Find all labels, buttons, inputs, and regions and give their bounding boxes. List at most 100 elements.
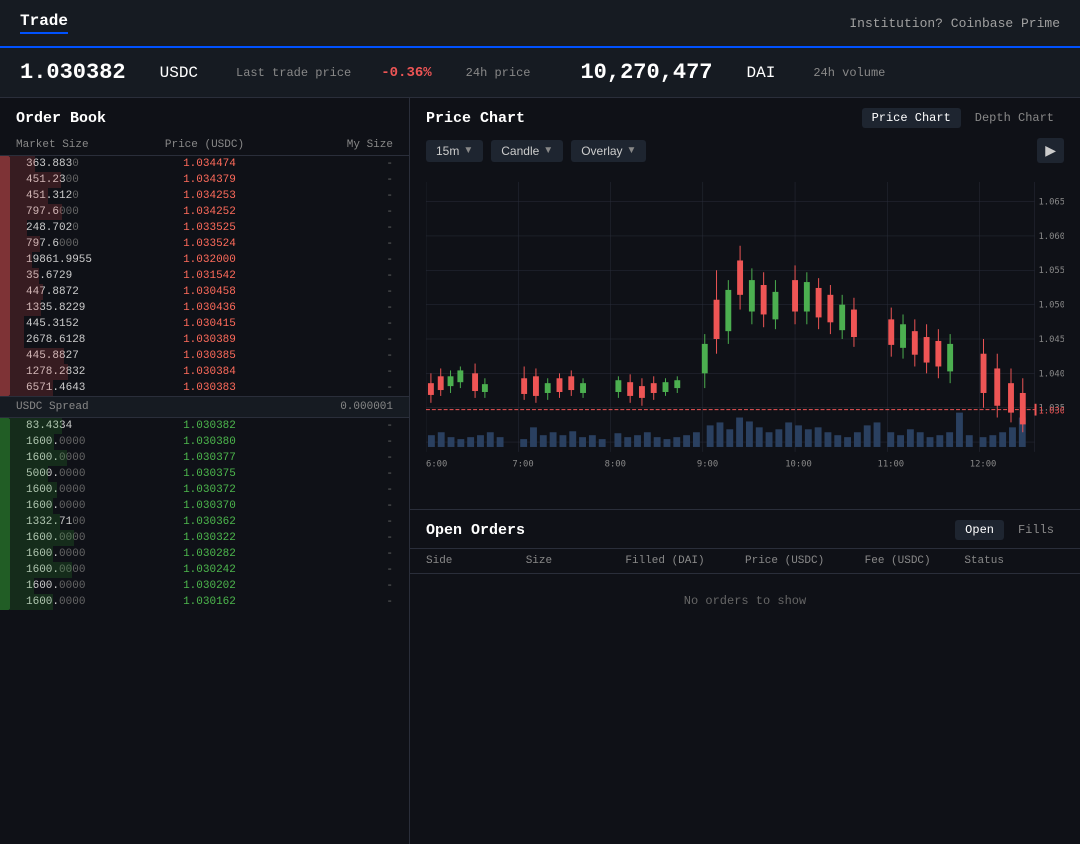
svg-text:1.045: 1.045 <box>1038 335 1064 345</box>
sell-price: 1.034379 <box>148 174 270 186</box>
buy-mysize: - <box>271 452 393 464</box>
chart-tabs: Price Chart Depth Chart <box>862 108 1064 128</box>
buy-order-row: 1332.7100 1.030362 - <box>10 514 409 530</box>
sell-mysize: - <box>271 174 393 186</box>
overlay-selector[interactable]: Overlay ▼ <box>571 140 646 162</box>
chart-area: Price Chart Price Chart Depth Chart 15m … <box>410 98 1080 510</box>
sell-order-row: 447.8872 1.030458 - <box>10 284 409 300</box>
buy-order-row: 1600.0000 1.030370 - <box>10 498 409 514</box>
sell-mysize: - <box>271 382 393 394</box>
volume-currency: DAI <box>747 64 776 82</box>
svg-text:11:00: 11:00 <box>878 460 905 470</box>
trade-tab[interactable]: Trade <box>20 12 68 34</box>
sell-mysize: - <box>271 222 393 234</box>
tab-price-chart[interactable]: Price Chart <box>862 108 961 128</box>
svg-text:7:00: 7:00 <box>512 460 533 470</box>
institution-link[interactable]: Institution? Coinbase Prime <box>849 16 1060 31</box>
buy-price: 1.030322 <box>148 532 270 544</box>
sell-order-row: 1335.8229 1.030436 - <box>10 300 409 316</box>
buy-mysize: - <box>271 548 393 560</box>
sell-price: 1.030384 <box>148 366 270 378</box>
sell-mysize: - <box>271 302 393 314</box>
ob-header: Market Size Price (USDC) My Size <box>0 135 409 156</box>
price-currency: USDC <box>160 64 198 82</box>
candle-value: Candle <box>501 144 539 158</box>
sell-size: 445.3152 <box>26 318 148 330</box>
sell-order-row: 1278.2832 1.030384 - <box>10 364 409 380</box>
sell-size: 447.8872 <box>26 286 148 298</box>
svg-text:6:00: 6:00 <box>426 460 447 470</box>
col-price: Price (USDC) <box>745 555 865 567</box>
buy-order-row: 1600.0000 1.030377 - <box>10 450 409 466</box>
ob-col-price: Price (USDC) <box>142 139 268 151</box>
sell-orders-list: 363.8830 1.034474 - 451.2300 1.034379 - … <box>10 156 409 396</box>
sell-price: 1.032000 <box>148 254 270 266</box>
buy-price: 1.030377 <box>148 452 270 464</box>
sell-price: 1.030383 <box>148 382 270 394</box>
buy-order-row: 1600.0000 1.030162 - <box>10 594 409 610</box>
sell-order-row: 363.8830 1.034474 - <box>10 156 409 172</box>
buy-mysize: - <box>271 596 393 608</box>
buy-order-row: 1600.0000 1.030322 - <box>10 530 409 546</box>
oo-empty-message: No orders to show <box>410 574 1080 628</box>
sell-size: 1335.8229 <box>26 302 148 314</box>
svg-text:1.050: 1.050 <box>1038 301 1064 311</box>
buy-order-row: 1600.0000 1.030380 - <box>10 434 409 450</box>
last-trade-label: Last trade price <box>236 66 351 80</box>
sell-mysize: - <box>271 334 393 346</box>
buy-price: 1.030375 <box>148 468 270 480</box>
timeframe-arrow: ▼ <box>463 145 473 156</box>
col-side: Side <box>426 555 526 567</box>
col-status: Status <box>964 555 1064 567</box>
sell-price: 1.034252 <box>148 206 270 218</box>
price-change: -0.36% <box>381 65 431 81</box>
buy-price: 1.030370 <box>148 500 270 512</box>
sell-mysize: - <box>271 190 393 202</box>
chart-canvas: .grid-line { stroke: #2a2e3a; stroke-wid… <box>426 169 1064 509</box>
buy-mysize: - <box>271 484 393 496</box>
tab-open[interactable]: Open <box>955 520 1004 540</box>
buy-orders-list: 83.4334 1.030382 - 1600.0000 1.030380 - … <box>10 418 409 610</box>
timeframe-value: 15m <box>436 144 459 158</box>
buy-mysize: - <box>271 516 393 528</box>
sell-price: 1.030389 <box>148 334 270 346</box>
sell-price: 1.031542 <box>148 270 270 282</box>
buy-price: 1.030372 <box>148 484 270 496</box>
svg-text:1.055: 1.055 <box>1038 266 1064 276</box>
buy-mysize: - <box>271 420 393 432</box>
buy-order-row: 1600.0000 1.030202 - <box>10 578 409 594</box>
sell-mysize: - <box>271 286 393 298</box>
sell-mysize: - <box>271 238 393 250</box>
sell-order-row: 6571.4643 1.030383 - <box>10 380 409 396</box>
timeframe-selector[interactable]: 15m ▼ <box>426 140 483 162</box>
sell-order-row: 445.8827 1.030385 - <box>10 348 409 364</box>
col-size: Size <box>526 555 626 567</box>
sell-price: 1.030385 <box>148 350 270 362</box>
price-chart-svg: .grid-line { stroke: #2a2e3a; stroke-wid… <box>426 169 1064 509</box>
sell-order-row: 451.2300 1.034379 - <box>10 172 409 188</box>
sell-orders-section: 363.8830 1.034474 - 451.2300 1.034379 - … <box>0 156 409 396</box>
buy-price: 1.030282 <box>148 548 270 560</box>
volume-value: 10,270,477 <box>580 60 712 85</box>
candle-selector[interactable]: Candle ▼ <box>491 140 563 162</box>
ob-col-my-size: My Size <box>267 139 393 151</box>
tab-depth-chart[interactable]: Depth Chart <box>965 108 1064 128</box>
svg-text:1.040: 1.040 <box>1038 369 1064 379</box>
tab-fills[interactable]: Fills <box>1008 520 1064 540</box>
svg-text:1.065: 1.065 <box>1038 198 1064 208</box>
sell-order-row: 248.7020 1.033525 - <box>10 220 409 236</box>
buy-order-row: 1600.0000 1.030282 - <box>10 546 409 562</box>
svg-text:8:00: 8:00 <box>605 460 626 470</box>
sell-order-row: 451.3120 1.034253 - <box>10 188 409 204</box>
price-change-label: 24h price <box>466 66 531 80</box>
buy-order-row: 1600.0000 1.030372 - <box>10 482 409 498</box>
advance-button[interactable]: ▶ <box>1037 138 1064 163</box>
buy-price: 1.030162 <box>148 596 270 608</box>
sell-size: 797.6000 <box>26 238 148 250</box>
sell-order-row: 2678.6128 1.030389 - <box>10 332 409 348</box>
spread-row: USDC Spread 0.000001 <box>0 396 409 418</box>
open-orders-header: Open Orders Open Fills <box>410 510 1080 549</box>
sell-order-row: 19861.9955 1.032000 - <box>10 252 409 268</box>
order-book: Order Book Market Size Price (USDC) My S… <box>0 98 410 844</box>
sell-price: 1.033525 <box>148 222 270 234</box>
